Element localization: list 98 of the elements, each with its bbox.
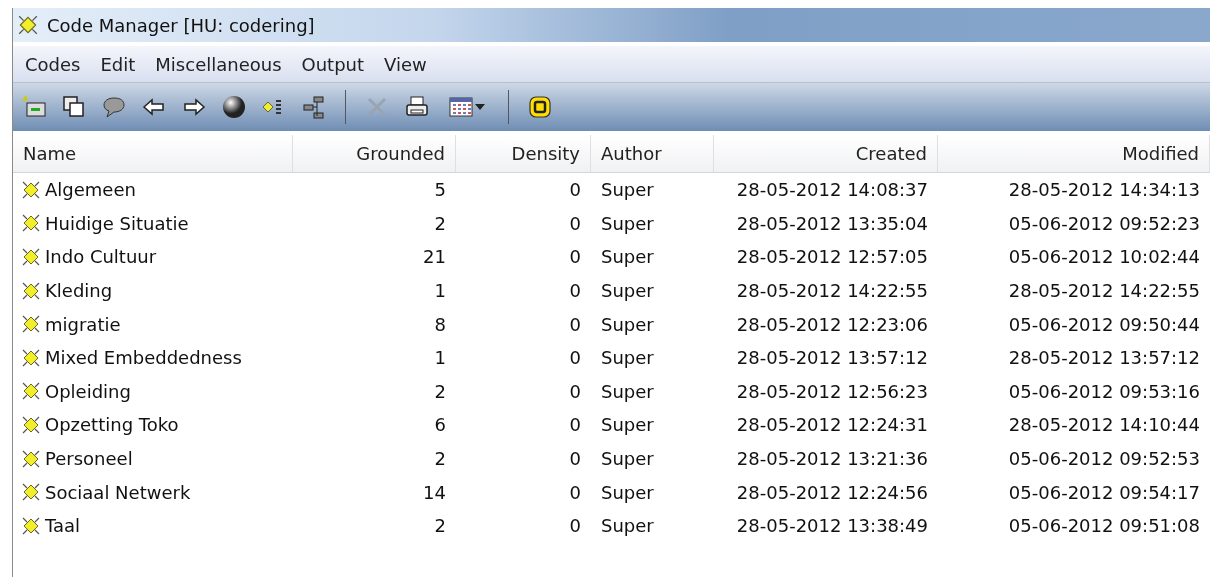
table-cell: 0 [569, 179, 581, 201]
code-icon [21, 314, 41, 335]
table-cell: 0 [569, 280, 581, 302]
menu-item[interactable]: Output [291, 53, 375, 75]
column-header[interactable]: Grounded [293, 135, 456, 173]
speech-bubble-icon [101, 94, 127, 120]
table-cell: 28-05-2012 13:38:49 [736, 515, 928, 537]
table-cell: 05-06-2012 09:51:08 [1008, 515, 1200, 537]
table-cell: Super [601, 246, 654, 268]
tree-icon [301, 94, 327, 120]
code-icon [21, 280, 41, 301]
table-cell: 5 [434, 179, 446, 201]
table-cell: Super [601, 380, 654, 402]
code-name: Mixed Embeddedness [45, 347, 242, 369]
code-name: Indo Cultuur [45, 246, 157, 268]
table-cell: 28-05-2012 14:22:55 [736, 280, 928, 302]
table-cell: Super [601, 280, 654, 302]
table-cell: 05-06-2012 09:52:53 [1008, 448, 1200, 470]
code-icon [21, 247, 41, 267]
table-cell: 0 [569, 347, 581, 369]
menu-item[interactable]: Edit [90, 53, 146, 75]
copy-icon [61, 94, 87, 120]
code-icon [21, 482, 41, 503]
code-name: Opleiding [45, 380, 131, 402]
caret-icon [474, 103, 486, 111]
table-cell: 28-05-2012 14:34:13 [1008, 179, 1200, 201]
table-cell: 1 [434, 347, 446, 369]
code-name: Huidige Situatie [45, 212, 189, 234]
code-name: Kleding [45, 280, 113, 302]
column-header[interactable]: Author [591, 135, 714, 173]
table-cell: 28-05-2012 13:57:12 [736, 347, 928, 369]
table-cell: 0 [569, 515, 581, 537]
code-icon [21, 213, 41, 234]
table-cell: 28-05-2012 13:57:12 [1008, 347, 1200, 369]
table-cell: 05-06-2012 10:02:44 [1008, 246, 1200, 268]
table-cell: 0 [569, 212, 581, 234]
code-name: Taal [45, 515, 81, 537]
code-name: Algemeen [45, 179, 136, 201]
column-header[interactable]: Name [13, 135, 293, 173]
code-icon [21, 515, 41, 536]
column-header[interactable]: Modified [938, 135, 1210, 173]
sphere-icon [221, 94, 247, 120]
table-cell: 2 [434, 448, 446, 470]
table-cell: 0 [569, 448, 581, 470]
table-cell: 2 [434, 212, 446, 234]
table-cell: 05-06-2012 09:53:16 [1008, 380, 1200, 402]
code-name: Opzetting Toko [45, 414, 179, 436]
code-icon [21, 448, 41, 469]
code-icon [21, 381, 41, 402]
calendar-icon [448, 94, 474, 120]
table-cell: Super [601, 481, 654, 503]
table-cell: 28-05-2012 13:21:36 [736, 448, 928, 470]
code-name: Personeel [45, 448, 133, 470]
code-name: migratie [45, 313, 121, 335]
table-cell: 05-06-2012 09:50:44 [1008, 313, 1200, 335]
table-cell: 1 [434, 280, 446, 302]
table-cell: 05-06-2012 09:54:17 [1008, 481, 1200, 503]
table-cell: Super [601, 313, 654, 335]
code-icon [21, 179, 41, 200]
code-icon [21, 414, 41, 435]
table-cell: 28-05-2012 14:10:44 [1008, 414, 1200, 436]
table-cell: 0 [569, 414, 581, 436]
table-cell: 28-05-2012 12:56:23 [736, 380, 928, 402]
table-cell: 14 [423, 481, 446, 503]
table-cell: Super [601, 347, 654, 369]
column-header[interactable]: Created [714, 135, 938, 173]
table-cell: 2 [434, 515, 446, 537]
menu-item[interactable]: Codes [15, 53, 91, 75]
table-cell: 2 [434, 380, 446, 402]
table-cell: 0 [569, 313, 581, 335]
table-cell: Super [601, 179, 654, 201]
table-cell: 28-05-2012 12:57:05 [736, 246, 928, 268]
app-icon [17, 14, 39, 36]
table-cell: 21 [423, 246, 446, 268]
table-cell: 6 [434, 414, 446, 436]
square-icon [527, 94, 553, 120]
table-cell: 28-05-2012 12:24:56 [736, 481, 928, 503]
code-name: Sociaal Netwerk [45, 481, 191, 503]
menu-item[interactable]: View [374, 53, 437, 75]
menu-item[interactable]: Miscellaneous [145, 53, 292, 75]
table-cell: 05-06-2012 09:52:23 [1008, 212, 1200, 234]
table-cell: 28-05-2012 14:08:37 [736, 179, 928, 201]
code-icon [21, 347, 41, 368]
table-cell: 0 [569, 380, 581, 402]
table-cell: Super [601, 515, 654, 537]
table-cell: Super [601, 212, 654, 234]
table-cell: 8 [434, 313, 446, 335]
new-code-icon [21, 94, 47, 120]
table-cell: Super [601, 414, 654, 436]
table-cell: 28-05-2012 12:23:06 [736, 313, 928, 335]
column-header[interactable]: Density [456, 135, 591, 173]
window-title: Code Manager [HU: codering] [47, 14, 315, 36]
table-cell: 0 [569, 481, 581, 503]
table-cell: 0 [569, 246, 581, 268]
table-cell: 28-05-2012 12:24:31 [736, 414, 928, 436]
table-cell: 28-05-2012 13:35:04 [736, 212, 928, 234]
table-cell: Super [601, 448, 654, 470]
table-cell: 28-05-2012 14:22:55 [1008, 280, 1200, 302]
